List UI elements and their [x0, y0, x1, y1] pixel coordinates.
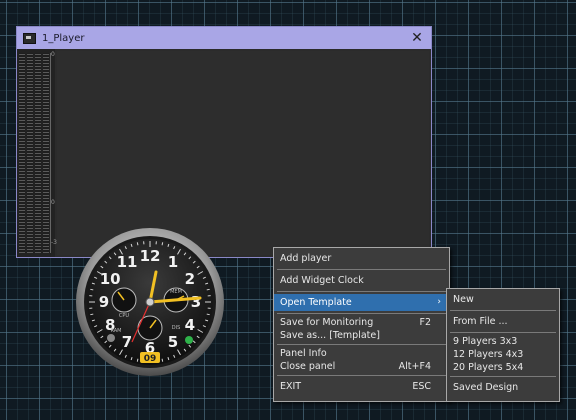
clock-numeral: 11 [117, 253, 138, 271]
menu-separator [277, 269, 446, 270]
menu-item-label: 20 Players 5x4 [453, 362, 524, 373]
clock-numeral: 12 [140, 247, 161, 265]
menu-item-label: 12 Players 4x3 [453, 349, 524, 360]
menu-item-add-player[interactable]: Add player [274, 250, 449, 267]
menu-item-label: Save as... [Template] [280, 330, 380, 341]
subdial-label-mem: MEM [170, 289, 182, 295]
audio-level-meter: 0 0 -3 [17, 49, 57, 257]
widget-clock[interactable]: 12 1 2 3 4 5 6 7 8 9 10 11 CPU MEM RAM DIS 09 [72, 228, 228, 384]
menu-item-open-template[interactable]: Open Template › [274, 294, 449, 311]
menu-item-label: Save for Monitoring [280, 317, 374, 328]
subdial-label-cpu: CPU [119, 313, 130, 319]
submenu-item-saved-design[interactable]: Saved Design [447, 379, 559, 396]
menu-item-save-as-template[interactable]: Save as... [Template] [274, 329, 449, 342]
menu-item-panel-info[interactable]: Panel Info [274, 347, 449, 360]
app-icon [23, 32, 36, 44]
submenu-item-from-file[interactable]: From File ... [447, 313, 559, 330]
clock-tick [206, 313, 210, 316]
menu-separator [277, 291, 446, 292]
subdial-label-dis: DIS [172, 325, 181, 331]
menu-separator [450, 310, 556, 311]
close-button[interactable]: ✕ [403, 27, 431, 49]
meter-bar [35, 53, 41, 253]
clock-numeral: 4 [185, 316, 195, 334]
meter-bar [19, 53, 25, 253]
date-window: 09 [144, 354, 157, 364]
menu-shortcut: F2 [419, 317, 431, 328]
menu-item-label: New [453, 294, 474, 305]
menu-separator [277, 344, 446, 345]
clock-numeral: 7 [122, 333, 132, 351]
clock-tick [161, 358, 164, 362]
clock-tick [90, 313, 94, 316]
menu-item-save-for-monitoring[interactable]: Save for Monitoring F2 [274, 316, 449, 329]
clock-numeral: 3 [191, 293, 201, 311]
clock-tick [161, 242, 164, 246]
clock-numeral: 2 [185, 270, 195, 288]
menu-separator [450, 376, 556, 377]
menu-item-label: From File ... [453, 316, 508, 327]
open-template-submenu: New From File ... 9 Players 3x3 12 Playe… [446, 288, 560, 402]
clock-numeral: 9 [99, 293, 109, 311]
subdial-label-ram: RAM [110, 328, 121, 334]
meter-tick-label: 0 [51, 51, 55, 58]
menu-item-label: EXIT [280, 381, 302, 392]
submenu-item-new[interactable]: New [447, 291, 559, 308]
clock-tick [136, 242, 139, 246]
menu-item-label: Open Template [280, 297, 352, 308]
clock-numeral: 10 [100, 270, 121, 288]
meter-scale [50, 53, 51, 253]
menu-item-label: Close panel [280, 361, 336, 372]
submenu-item-20-players[interactable]: 20 Players 5x4 [447, 361, 559, 374]
menu-item-close-panel[interactable]: Close panel Alt+F4 [274, 360, 449, 373]
menu-item-label: Panel Info [280, 348, 327, 359]
menu-separator [450, 332, 556, 333]
clock-tick [90, 288, 94, 291]
submenu-item-12-players[interactable]: 12 Players 4x3 [447, 348, 559, 361]
video-area[interactable] [57, 51, 429, 255]
clock-tick [136, 358, 139, 362]
menu-item-label: 9 Players 3x3 [453, 336, 518, 347]
meter-tick-label: 0 [51, 199, 55, 206]
player-title: 1_Player [42, 32, 85, 44]
menu-item-exit[interactable]: EXIT ESC [274, 378, 449, 395]
clock-numeral: 1 [168, 253, 178, 271]
menu-shortcut: Alt+F4 [398, 361, 431, 372]
clock-numeral: 5 [168, 333, 178, 351]
context-menu: Add player Add Widget Clock Open Templat… [273, 247, 450, 402]
menu-separator [277, 313, 446, 314]
menu-item-label: Saved Design [453, 382, 519, 393]
submenu-item-9-players[interactable]: 9 Players 3x3 [447, 335, 559, 348]
menu-item-add-widget-clock[interactable]: Add Widget Clock [274, 272, 449, 289]
menu-shortcut: ESC [412, 381, 431, 392]
menu-separator [277, 375, 446, 376]
menu-item-label: Add Widget Clock [280, 275, 364, 286]
meter-bar [27, 53, 33, 253]
chevron-right-icon: › [437, 297, 441, 307]
meter-bar [43, 53, 49, 253]
clock-tick [206, 288, 210, 291]
menu-item-label: Add player [280, 253, 332, 264]
player-window[interactable]: 1_Player ✕ 0 0 -3 [16, 26, 432, 258]
player-title-bar[interactable]: 1_Player ✕ [17, 27, 431, 49]
clock-face: 12 1234567891011 CPU MEM RAM DIS 09 [76, 228, 224, 376]
